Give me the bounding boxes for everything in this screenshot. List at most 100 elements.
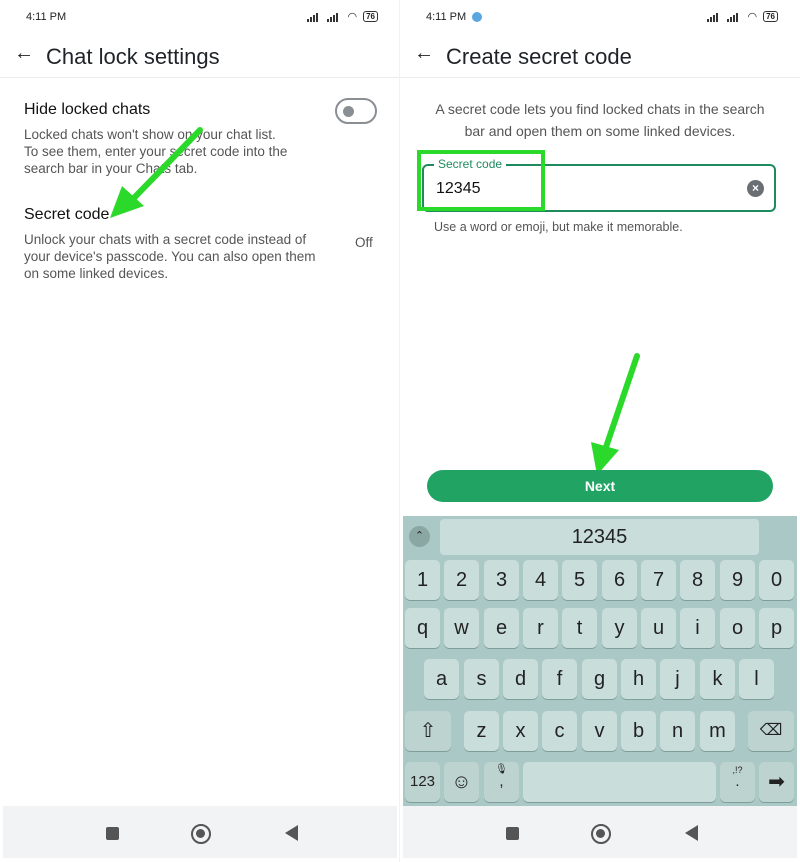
- suggestion-chip[interactable]: 12345: [440, 519, 759, 555]
- battery-icon: 76: [363, 11, 378, 22]
- key-l[interactable]: l: [739, 659, 774, 699]
- key-0[interactable]: 0: [759, 560, 794, 600]
- field-hint: Use a word or emoji, but make it memorab…: [434, 220, 683, 234]
- key-k[interactable]: k: [700, 659, 735, 699]
- signal-icon-2: [327, 12, 341, 22]
- status-icons: ◠ 76: [307, 10, 378, 23]
- key-1[interactable]: 1: [405, 560, 440, 600]
- app-bar: ← Chat lock settings: [0, 36, 400, 78]
- navigation-bar: [3, 806, 397, 858]
- desc-line: on some linked devices.: [24, 266, 169, 281]
- key-s[interactable]: s: [464, 659, 499, 699]
- desc-line: Unlock your chats with a secret code ins…: [24, 232, 307, 247]
- key-b[interactable]: b: [621, 711, 656, 751]
- punct-hint: ,!?: [732, 765, 743, 775]
- info-text: A secret code lets you find locked chats…: [424, 98, 776, 142]
- key-y[interactable]: y: [602, 608, 637, 648]
- key-5[interactable]: 5: [562, 560, 597, 600]
- enter-icon[interactable]: ➡: [759, 762, 794, 802]
- backspace-icon[interactable]: ⌫: [748, 711, 794, 751]
- info-line: A secret code lets you find locked chats…: [435, 101, 765, 117]
- toggle-knob: [343, 106, 354, 117]
- key-m[interactable]: m: [700, 711, 735, 751]
- key-7[interactable]: 7: [641, 560, 676, 600]
- signal-icon-2: [727, 12, 741, 22]
- key-j[interactable]: j: [660, 659, 695, 699]
- recents-icon[interactable]: [106, 827, 119, 840]
- secret-code-status: Off: [355, 235, 373, 250]
- next-button[interactable]: Next: [427, 470, 773, 502]
- secret-code-label: Secret code: [24, 206, 110, 223]
- mic-icon: 🎙: [495, 764, 508, 775]
- page-title: Chat lock settings: [46, 44, 220, 69]
- wifi-icon: ◠: [347, 11, 358, 23]
- key-a[interactable]: a: [424, 659, 459, 699]
- space-key[interactable]: [523, 762, 716, 802]
- status-icons: ◠ 76: [707, 10, 778, 23]
- hide-locked-chats-label: Hide locked chats: [24, 101, 151, 118]
- key-d[interactable]: d: [503, 659, 538, 699]
- key-p[interactable]: p: [759, 608, 794, 648]
- desc-line: To see them, enter your secret code into…: [24, 144, 288, 159]
- key-2[interactable]: 2: [444, 560, 479, 600]
- key-e[interactable]: e: [484, 608, 519, 648]
- keyboard: ⌃ 12345 1 2 3 4 5 6 7 8 9 0 q w e r t y …: [403, 516, 797, 810]
- status-bar: 4:11 PM ◠ 76: [0, 6, 400, 30]
- key-u[interactable]: u: [641, 608, 676, 648]
- key-c[interactable]: c: [542, 711, 577, 751]
- nav-back-icon[interactable]: [685, 825, 698, 841]
- status-time: 4:11 PM: [26, 11, 67, 23]
- annotation-arrow-icon: [591, 353, 640, 475]
- key-t[interactable]: t: [562, 608, 597, 648]
- notification-icon: [472, 12, 482, 22]
- signal-icon: [707, 12, 721, 22]
- desc-line: your device's passcode. You can also ope…: [24, 249, 316, 264]
- nav-back-icon[interactable]: [285, 825, 298, 841]
- back-arrow-icon[interactable]: ←: [14, 42, 34, 65]
- battery-icon: 76: [763, 11, 778, 22]
- status-bar: 4:11 PM ◠ 76: [400, 6, 800, 30]
- mode-key[interactable]: 123: [405, 762, 440, 802]
- info-line: bar and open them on some linked devices…: [464, 123, 736, 139]
- key-4[interactable]: 4: [523, 560, 558, 600]
- key-6[interactable]: 6: [602, 560, 637, 600]
- key-n[interactable]: n: [660, 711, 695, 751]
- app-bar: ← Create secret code: [400, 36, 800, 78]
- key-q[interactable]: q: [405, 608, 440, 648]
- chevron-up-icon[interactable]: ⌃: [409, 526, 430, 547]
- key-8[interactable]: 8: [680, 560, 715, 600]
- key-9[interactable]: 9: [720, 560, 755, 600]
- key-3[interactable]: 3: [484, 560, 519, 600]
- chat-lock-settings-screen: 4:11 PM ◠ 76 ← Chat lock settings Hide l…: [0, 0, 400, 862]
- desc-line: Locked chats won't show on your chat lis…: [24, 127, 276, 142]
- status-time: 4:11 PM: [426, 11, 467, 23]
- hide-locked-chats-desc: Locked chats won't show on your chat lis…: [24, 126, 334, 177]
- key-o[interactable]: o: [720, 608, 755, 648]
- key-x[interactable]: x: [503, 711, 538, 751]
- create-secret-code-screen: 4:11 PM ◠ 76 ← Create secret code A secr…: [400, 0, 800, 862]
- hide-locked-chats-toggle[interactable]: [335, 98, 377, 124]
- key-r[interactable]: r: [523, 608, 558, 648]
- key-g[interactable]: g: [582, 659, 617, 699]
- key-w[interactable]: w: [444, 608, 479, 648]
- comma-key[interactable]: 🎙 ,: [484, 762, 519, 802]
- key-h[interactable]: h: [621, 659, 656, 699]
- back-arrow-icon[interactable]: ←: [414, 42, 434, 65]
- clear-icon[interactable]: ×: [747, 180, 764, 197]
- emoji-icon[interactable]: ☺: [444, 762, 479, 802]
- page-title: Create secret code: [446, 44, 632, 69]
- desc-line: search bar in your Chats tab.: [24, 161, 198, 176]
- highlight-box: [417, 150, 545, 211]
- signal-icon: [307, 12, 321, 22]
- home-icon[interactable]: [191, 824, 211, 844]
- key-z[interactable]: z: [464, 711, 499, 751]
- key-f[interactable]: f: [542, 659, 577, 699]
- home-icon[interactable]: [591, 824, 611, 844]
- secret-code-desc: Unlock your chats with a secret code ins…: [24, 231, 334, 282]
- shift-icon[interactable]: ⇧: [405, 711, 451, 751]
- key-i[interactable]: i: [680, 608, 715, 648]
- navigation-bar: [403, 806, 797, 858]
- key-v[interactable]: v: [582, 711, 617, 751]
- recents-icon[interactable]: [506, 827, 519, 840]
- period-key[interactable]: ,!? .: [720, 762, 755, 802]
